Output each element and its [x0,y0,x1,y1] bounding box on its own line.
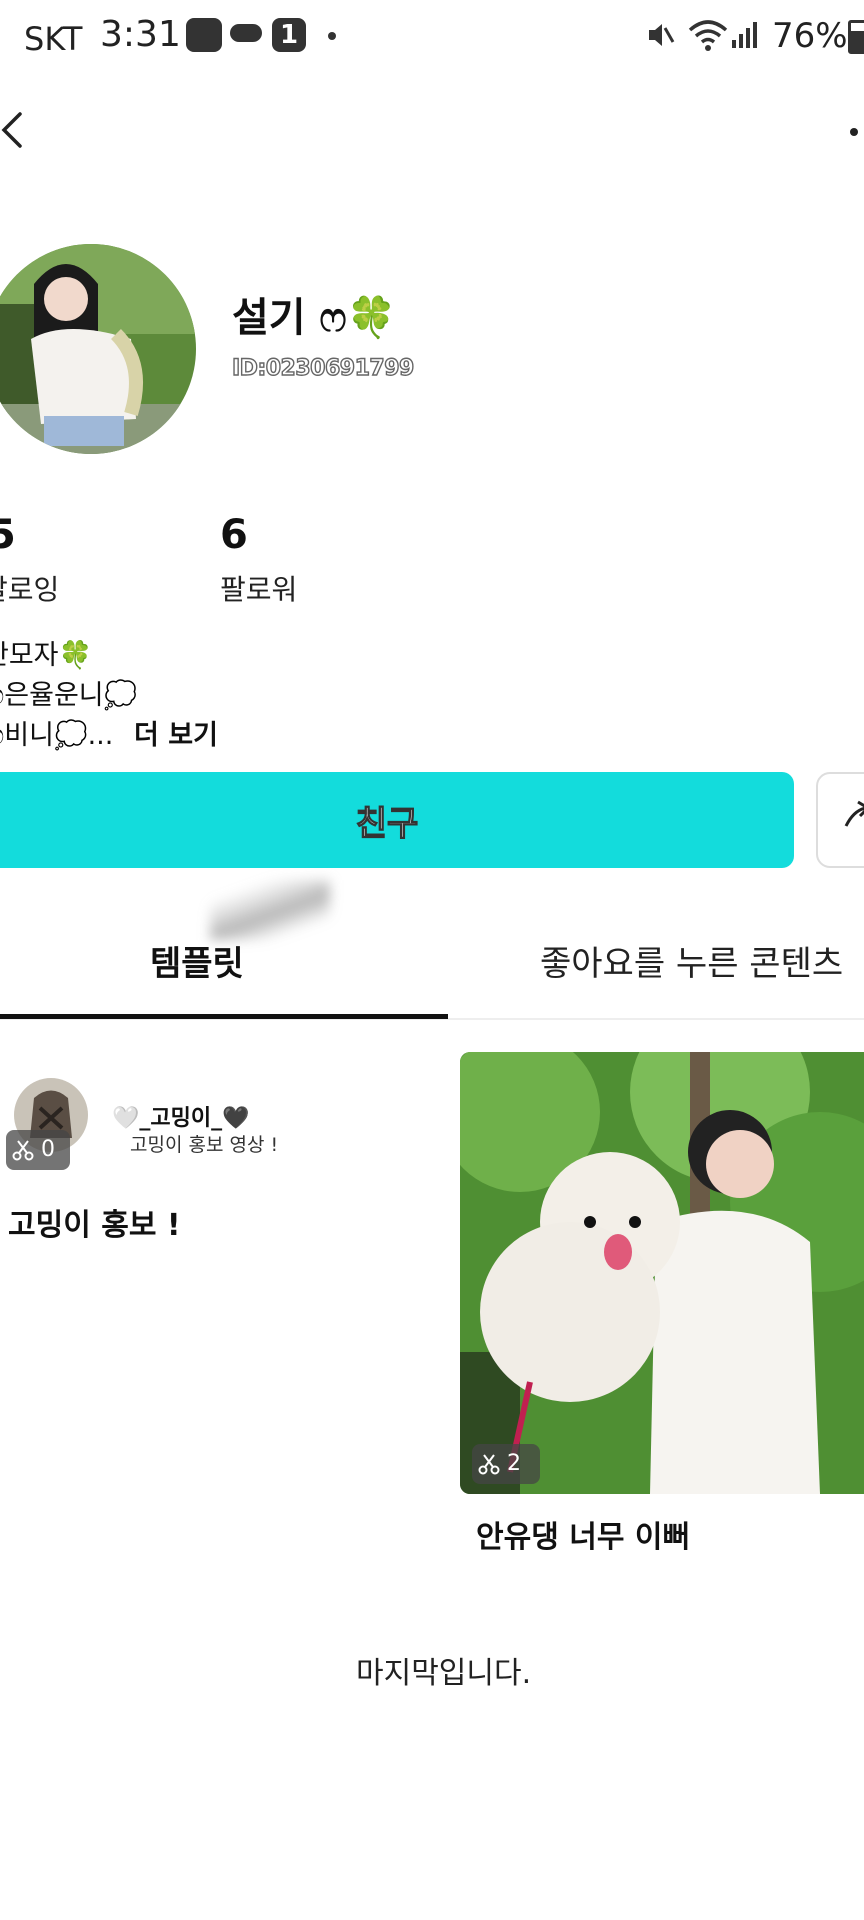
status-bar: SKT 3:31 1 76% [0,0,864,72]
use-count-1: 0 [41,1137,55,1162]
scissors-icon [478,1454,500,1475]
template-author-1: 🤍_고밍이_🖤 [112,1106,250,1131]
tab-templates[interactable]: 템플릿 [150,936,244,985]
active-tab-indicator [0,1014,448,1019]
battery-percent: 76% [772,16,848,56]
more-options-icon[interactable] [850,128,858,136]
clock: 3:31 [100,14,181,55]
friend-button[interactable]: 친구 [0,772,794,868]
app-notification-icon [186,18,222,52]
use-count-2: 2 [507,1451,521,1476]
followers-label[interactable]: 팔로워 [220,568,297,608]
followers-count[interactable]: 6 [220,512,248,558]
bio-line-2: ෆ은율운니💭 [0,680,138,711]
template-title-2[interactable]: 안유댕 너무 이뻐 [476,1512,690,1556]
share-icon [844,800,864,827]
share-button[interactable] [816,772,864,868]
profile-avatar [0,244,196,454]
cloud-icon [230,24,262,42]
profile-id: ID:0230691799 [231,355,415,381]
carrier-label: SKT [24,20,83,58]
wifi-icon [688,20,728,51]
bio-line-1: 안모자🍀 [0,640,93,671]
notification-count-badge: 1 [272,18,306,52]
following-label[interactable]: 팔로잉 [0,568,59,608]
scissors-icon [12,1140,34,1161]
template-thumbnail-2[interactable] [460,1052,864,1494]
bio-line-3: ෆ비니💭... [0,720,114,751]
end-of-list-message: 마지막입니다. [356,1656,532,1691]
screen-smudge [210,880,330,940]
use-count-badge-1: 0 [6,1130,70,1170]
tab-liked-content[interactable]: 좋아요를 누른 콘텐츠 [540,936,843,985]
see-more-link[interactable]: 더 보기 [134,713,218,752]
use-count-badge-2: 2 [472,1444,540,1484]
mute-icon [649,24,675,46]
back-arrow-icon[interactable] [0,100,40,160]
following-count[interactable]: 5 [0,512,16,558]
template-title-1[interactable]: 고밍이 홍보 ! [8,1200,181,1244]
signal-icon [732,22,757,48]
battery-icon [848,20,864,54]
profile-name: 설기 ෆ🍀 [232,295,397,341]
more-notifications-dot [328,32,336,40]
profile-screen: SKT 3:31 1 76% 설기 ෆ🍀 ID:0230691799 5 로잉 … [0,0,864,1920]
template-desc-1: 고밍이 홍보 영상 ! [130,1134,279,1156]
